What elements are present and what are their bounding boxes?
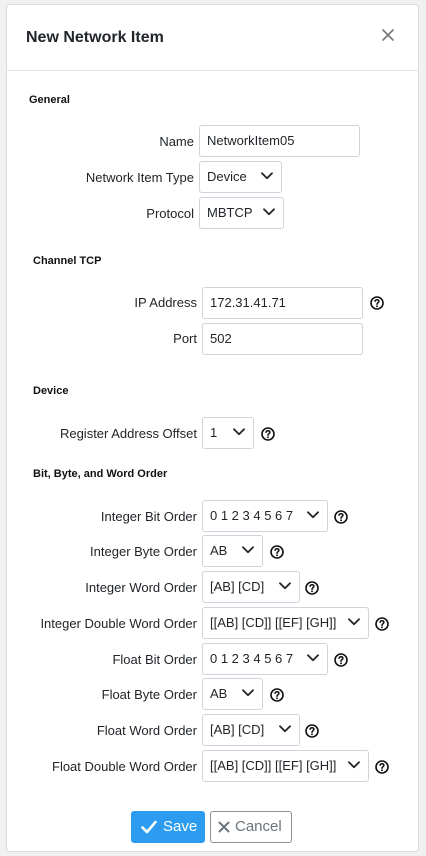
network-item-type-value: Device (207, 169, 247, 184)
help-icon[interactable] (261, 427, 275, 441)
integer-double-word-order-value: [[AB] [CD]] [[EF] [GH]] (210, 615, 337, 630)
network-item-type-label: Network Item Type (85, 170, 194, 185)
float-bit-order-value: 0 1 2 3 4 5 6 7 (210, 651, 294, 666)
integer-word-order-label: Integer Word Order (85, 580, 197, 595)
chevron-down-icon (279, 725, 291, 733)
network-item-type-select[interactable]: Device (199, 161, 282, 193)
chevron-down-icon (348, 761, 360, 769)
float-double-word-order-select[interactable]: [[AB] [CD]] [[EF] [GH]] (202, 750, 369, 782)
float-byte-order-select[interactable]: AB (202, 678, 263, 710)
help-icon[interactable] (334, 510, 348, 524)
dialog-title: New Network Item (26, 29, 164, 46)
integer-byte-order-select[interactable]: AB (202, 535, 263, 567)
protocol-select[interactable]: MBTCP (199, 197, 284, 229)
float-double-word-order-value: [[AB] [CD]] [[EF] [GH]] (210, 758, 337, 773)
protocol-value: MBTCP (207, 205, 253, 220)
cancel-button[interactable]: Cancel (210, 811, 292, 843)
cancel-button-label: Cancel (235, 818, 282, 835)
chevron-down-icon (263, 208, 275, 216)
section-title-channel-tcp: Channel TCP (33, 255, 102, 267)
protocol-label: Protocol (146, 206, 194, 221)
register-address-offset-select[interactable]: 1 (202, 417, 254, 449)
port-input[interactable]: 502 (202, 323, 363, 355)
integer-double-word-order-select[interactable]: [[AB] [CD]] [[EF] [GH]] (202, 607, 369, 639)
register-address-offset-value: 1 (210, 425, 218, 440)
save-button-label: Save (163, 818, 198, 835)
float-word-order-label: Float Word Order (96, 723, 197, 738)
float-bit-order-label: Float Bit Order (112, 652, 197, 667)
integer-byte-order-value: AB (210, 543, 228, 558)
chevron-down-icon (348, 618, 360, 626)
float-bit-order-select[interactable]: 0 1 2 3 4 5 6 7 (202, 643, 328, 675)
section-title-order: Bit, Byte, and Word Order (33, 468, 168, 480)
check-icon (141, 820, 157, 834)
integer-bit-order-label: Integer Bit Order (100, 509, 197, 524)
section-title-device: Device (33, 385, 69, 397)
float-word-order-select[interactable]: [AB] [CD] (202, 714, 300, 746)
ip-address-input[interactable]: 172.31.41.71 (202, 287, 363, 319)
help-icon[interactable] (375, 760, 389, 774)
float-byte-order-value: AB (210, 686, 228, 701)
chevron-down-icon (242, 689, 254, 697)
help-icon[interactable] (334, 653, 348, 667)
chevron-down-icon (279, 582, 291, 590)
chevron-down-icon (242, 546, 254, 554)
chevron-down-icon (261, 172, 273, 180)
help-icon[interactable] (305, 724, 319, 738)
help-icon[interactable] (305, 581, 319, 595)
help-icon[interactable] (370, 296, 384, 310)
section-title-general: General (29, 94, 70, 106)
float-double-word-order-label: Float Double Word Order (52, 759, 197, 774)
chevron-down-icon (307, 511, 319, 519)
integer-byte-order-label: Integer Byte Order (90, 544, 197, 559)
name-label: Name (159, 134, 194, 149)
integer-word-order-select[interactable]: [AB] [CD] (202, 571, 300, 603)
save-button[interactable]: Save (131, 811, 205, 843)
float-byte-order-label: Float Byte Order (101, 687, 197, 702)
help-icon[interactable] (270, 688, 284, 702)
integer-bit-order-select[interactable]: 0 1 2 3 4 5 6 7 (202, 500, 328, 532)
float-word-order-value: [AB] [CD] (210, 722, 265, 737)
help-icon[interactable] (270, 545, 284, 559)
ip-address-label: IP Address (134, 295, 197, 310)
port-label: Port (173, 331, 197, 346)
name-input[interactable]: NetworkItem05 (199, 125, 360, 157)
close-icon (218, 821, 230, 833)
chevron-down-icon (307, 654, 319, 662)
dialog-header: New Network Item (7, 5, 418, 71)
integer-bit-order-value: 0 1 2 3 4 5 6 7 (210, 508, 294, 523)
integer-double-word-order-label: Integer Double Word Order (40, 616, 197, 631)
help-icon[interactable] (375, 617, 389, 631)
register-address-offset-label: Register Address Offset (59, 426, 197, 441)
chevron-down-icon (233, 428, 245, 436)
new-network-item-dialog: New Network Item General Name NetworkIte… (6, 4, 419, 852)
close-icon[interactable] (380, 27, 396, 43)
integer-word-order-value: [AB] [CD] (210, 579, 265, 594)
